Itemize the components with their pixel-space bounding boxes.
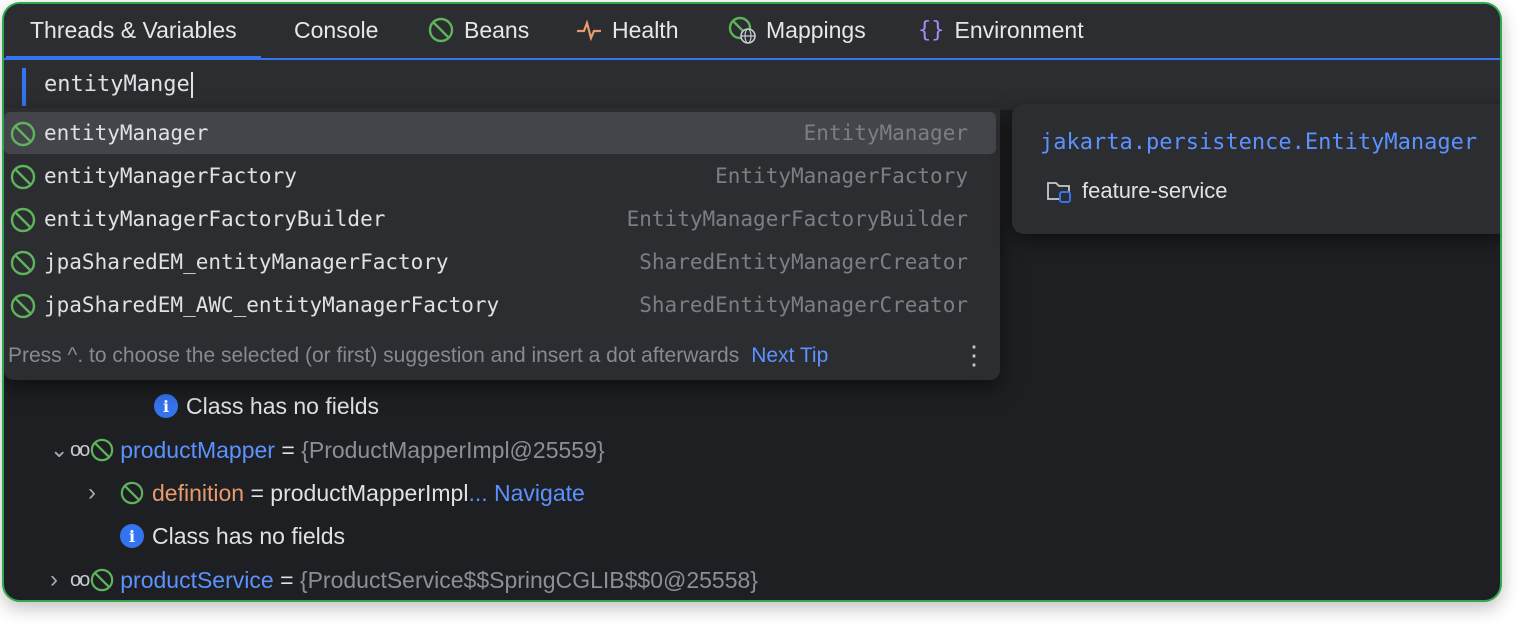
variable-value: {ProductMapperImpl@25559}	[301, 436, 605, 463]
info-text: Class has no fields	[152, 522, 346, 549]
equals-sign: =	[250, 479, 264, 506]
bean-icon	[90, 568, 114, 592]
tree-row-definition[interactable]: › definition = productMapperImpl... Navi…	[88, 473, 585, 513]
suggestion-type: SharedEntityManagerCreator	[639, 250, 968, 274]
bean-icon	[10, 121, 36, 152]
watch-glasses-icon: oo	[70, 568, 90, 591]
suggestion-item[interactable]: entityManager EntityManager	[4, 112, 996, 154]
text-caret	[190, 72, 193, 98]
info-icon: i	[120, 524, 144, 548]
variable-name: productService	[120, 566, 274, 593]
tab-beans[interactable]: Beans	[428, 4, 529, 56]
tab-threads-variables[interactable]: Threads & Variables	[6, 4, 261, 60]
tree-row-info: i Class has no fields	[120, 516, 345, 556]
suggestion-item[interactable]: jpaSharedEM_entityManagerFactory SharedE…	[4, 241, 996, 283]
tree-row-product-mapper[interactable]: ⌄ oo productMapper = {ProductMapperImpl@…	[50, 430, 605, 470]
suggestion-name: entityManager	[44, 121, 209, 145]
chevron-right-icon[interactable]: ›	[88, 479, 108, 507]
documentation-popup: jakarta.persistence.EntityManager featur…	[1012, 104, 1500, 234]
field-value: productMapperImpl	[270, 479, 469, 506]
suggestion-type: EntityManagerFactoryBuilder	[626, 207, 968, 231]
suggestion-name: jpaSharedEM_entityManagerFactory	[44, 250, 449, 274]
suggestion-type: EntityManager	[803, 121, 968, 145]
field-name: definition	[152, 479, 245, 506]
bean-icon	[10, 207, 36, 238]
bean-icon	[10, 250, 36, 281]
tab-label: Beans	[464, 16, 530, 43]
tab-console[interactable]: Console	[294, 4, 378, 56]
variable-value: {ProductService$$SpringCGLIB$$0@25558}	[299, 566, 758, 593]
bean-icon	[120, 481, 144, 505]
suggestion-type: SharedEntityManagerCreator	[639, 293, 968, 317]
bean-icon	[10, 293, 36, 324]
tab-environment[interactable]: {} Environment	[918, 4, 1084, 56]
variable-name: productMapper	[120, 436, 275, 463]
suggestion-name: entityManagerFactory	[44, 164, 297, 188]
equals-sign: =	[281, 436, 295, 463]
tab-mappings[interactable]: Mappings	[728, 4, 866, 56]
next-tip-link[interactable]: Next Tip	[751, 344, 828, 368]
info-text: Class has no fields	[186, 392, 380, 419]
tree-row-product-service[interactable]: › oo productService = {ProductService$$S…	[50, 560, 758, 600]
qualified-type-name[interactable]: jakarta.persistence.EntityManager	[1040, 130, 1477, 155]
suggestion-type: EntityManagerFactory	[715, 164, 968, 188]
watch-glasses-icon: oo	[70, 438, 90, 461]
tip-text: Press ^. to choose the selected (or firs…	[8, 344, 740, 367]
tab-health[interactable]: Health	[576, 4, 678, 56]
suggestion-name: entityManagerFactoryBuilder	[44, 207, 386, 231]
completion-tip: Press ^. to choose the selected (or firs…	[8, 344, 828, 368]
chevron-right-icon[interactable]: ›	[50, 566, 70, 594]
mappings-globe-icon	[728, 16, 756, 44]
navigate-link[interactable]: ... Navigate	[468, 480, 584, 507]
debugger-window: Threads & Variables Console Beans Health…	[2, 2, 1502, 602]
braces-icon: {}	[918, 17, 945, 43]
chevron-down-icon[interactable]: ⌄	[50, 437, 70, 463]
suggestion-item[interactable]: entityManagerFactory EntityManagerFactor…	[4, 155, 996, 197]
module-name: feature-service	[1082, 178, 1228, 203]
bean-icon	[428, 17, 454, 43]
tab-label: Console	[294, 16, 379, 43]
suggestion-item[interactable]: entityManagerFactoryBuilder EntityManage…	[4, 198, 996, 240]
search-input[interactable]: entityMange	[44, 72, 193, 98]
tab-bar: Threads & Variables Console Beans Health…	[4, 4, 1500, 60]
tab-label: Threads & Variables	[30, 16, 237, 43]
module-folder-icon	[1046, 178, 1074, 204]
focus-indicator	[22, 68, 26, 106]
pulse-icon	[576, 17, 602, 43]
search-field[interactable]: entityMange	[4, 60, 1500, 110]
suggestion-item[interactable]: jpaSharedEM_AWC_entityManagerFactory Sha…	[4, 284, 996, 326]
suggestion-name: jpaSharedEM_AWC_entityManagerFactory	[44, 293, 500, 317]
tab-label: Mappings	[766, 16, 866, 43]
tab-label: Environment	[954, 16, 1084, 43]
info-icon: i	[154, 394, 178, 418]
completion-popup: entityManager EntityManager entityManage…	[4, 108, 1000, 380]
tree-row-info: i Class has no fields	[154, 386, 379, 426]
module-label: feature-service	[1046, 178, 1228, 204]
tab-label: Health	[612, 16, 679, 43]
equals-sign: =	[280, 566, 294, 593]
more-options-icon[interactable]: ⋮	[961, 342, 987, 368]
bean-icon	[10, 164, 36, 195]
bean-icon	[90, 438, 114, 462]
